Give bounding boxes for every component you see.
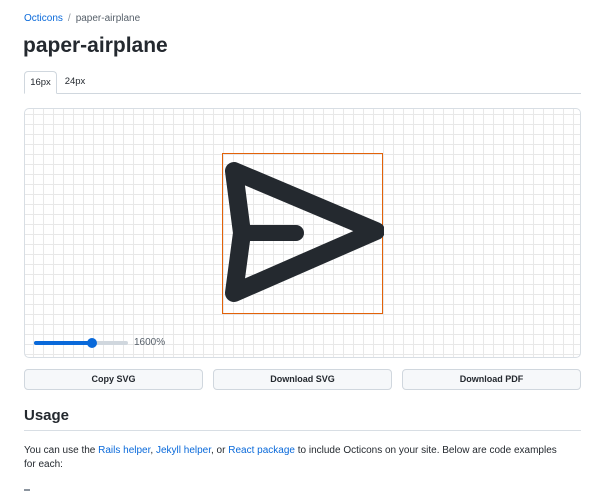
copy-svg-button[interactable]: Copy SVG (24, 369, 203, 390)
usage-heading: Usage (24, 407, 70, 424)
paper-airplane-icon (222, 153, 384, 314)
section-divider (24, 430, 581, 431)
usage-separator-2: , or (211, 445, 229, 456)
usage-description: You can use the Rails helper, Jekyll hel… (24, 444, 569, 472)
zoom-control: 1600% (34, 337, 184, 349)
breadcrumb: Octicons / paper-airplane (24, 13, 140, 24)
breadcrumb-link-octicons[interactable]: Octicons (24, 13, 63, 24)
zoom-slider-fill (34, 341, 92, 345)
react-package-link[interactable]: React package (228, 445, 295, 456)
download-pdf-button[interactable]: Download PDF (402, 369, 581, 390)
next-content-cutoff (24, 486, 581, 491)
jekyll-helper-link[interactable]: Jekyll helper (156, 445, 211, 456)
tab-16px[interactable]: 16px (24, 71, 57, 94)
zoom-slider-thumb[interactable] (87, 338, 97, 348)
breadcrumb-current: paper-airplane (75, 13, 141, 24)
size-tabs: 16px 24px (24, 71, 581, 94)
page-title: paper-airplane (23, 34, 168, 57)
zoom-slider[interactable] (34, 337, 128, 349)
breadcrumb-separator: / (67, 13, 71, 24)
zoom-value: 1600% (134, 337, 166, 348)
usage-text-before: You can use the (24, 445, 99, 456)
tab-24px[interactable]: 24px (60, 71, 90, 93)
download-svg-button[interactable]: Download SVG (213, 369, 392, 390)
rails-helper-link[interactable]: Rails helper (98, 445, 150, 456)
icon-preview-canvas: 1600% (24, 108, 581, 358)
